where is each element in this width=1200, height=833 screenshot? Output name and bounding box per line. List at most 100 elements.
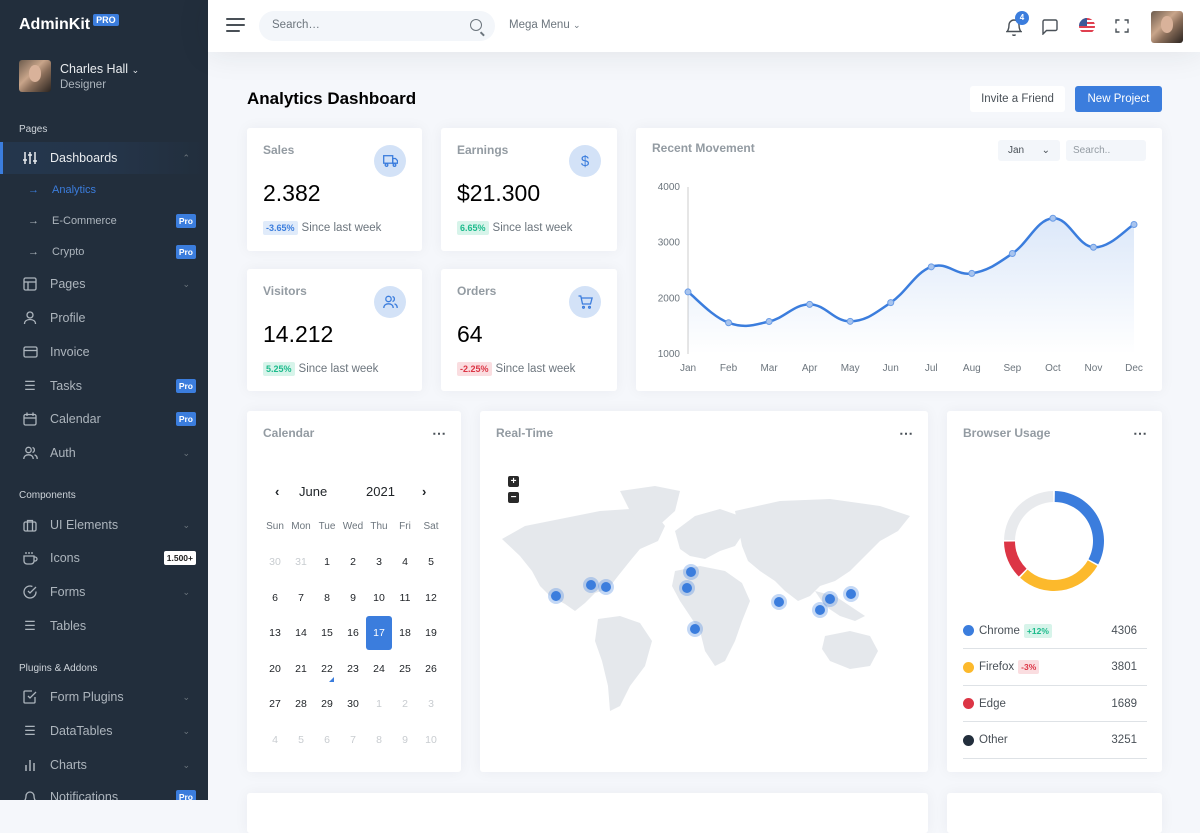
user-avatar-topbar[interactable]	[1151, 11, 1183, 43]
sidebar-item-forms[interactable]: Forms ⌄	[0, 576, 208, 608]
sidebar-item-dashboards[interactable]: Dashboards ⌃	[0, 142, 208, 174]
calendar-day[interactable]: 29	[314, 687, 340, 721]
data-point[interactable]	[806, 300, 814, 308]
data-point[interactable]	[927, 263, 935, 271]
new-project-button[interactable]: New Project	[1075, 86, 1162, 112]
map-marker[interactable]: Chicago	[586, 580, 596, 590]
sidebar-item-calendar[interactable]: Calendar Pro	[0, 403, 208, 435]
calendar-day[interactable]: 12	[418, 581, 444, 615]
calendar-day[interactable]: 19	[418, 616, 444, 650]
calendar-day[interactable]: 8	[314, 581, 340, 615]
calendar-day[interactable]: 14	[288, 616, 314, 650]
map-marker[interactable]: London	[686, 567, 696, 577]
calendar-day[interactable]: 5	[288, 723, 314, 757]
calendar-day[interactable]: 20	[262, 652, 288, 686]
calendar-day[interactable]: 16	[340, 616, 366, 650]
calendar-day[interactable]: 4	[262, 723, 288, 757]
map-marker[interactable]: Lagos	[690, 624, 700, 634]
calendar-day[interactable]: 22	[314, 652, 340, 686]
map-marker[interactable]: Los Angeles	[551, 591, 561, 601]
sidebar-item-auth[interactable]: Auth ⌄	[0, 437, 208, 469]
calendar-day[interactable]: 24	[366, 652, 392, 686]
calendar-day[interactable]: 8	[366, 723, 392, 757]
map-marker[interactable]: Shanghai	[825, 594, 835, 604]
next-month-button[interactable]: ›	[422, 484, 426, 499]
calendar-day[interactable]: 7	[340, 723, 366, 757]
calendar-day[interactable]: 26	[418, 652, 444, 686]
calendar-day[interactable]: 9	[392, 723, 418, 757]
data-point[interactable]	[725, 319, 733, 327]
calendar-day[interactable]: 23	[340, 652, 366, 686]
fullscreen-button[interactable]	[1115, 16, 1135, 36]
data-point[interactable]	[1008, 250, 1016, 258]
user-menu[interactable]: Charles Hall ⌄ Designer	[19, 60, 139, 92]
calendar-day[interactable]: 2	[392, 687, 418, 721]
donut-slice-edge[interactable]	[1004, 541, 1027, 577]
donut-slice-other[interactable]	[1004, 491, 1054, 541]
calendar-day[interactable]: 18	[392, 616, 418, 650]
hamburger-menu-icon[interactable]	[226, 18, 245, 34]
data-point[interactable]	[846, 317, 854, 325]
map-marker[interactable]: New York	[601, 582, 611, 592]
invite-friend-button[interactable]: Invite a Friend	[970, 86, 1065, 112]
sidebar-subitem-crypto[interactable]: → Crypto Pro	[0, 238, 208, 266]
calendar-day[interactable]: 27	[262, 687, 288, 721]
more-options-icon[interactable]: ⋯	[432, 425, 446, 442]
calendar-day[interactable]: 31	[288, 545, 314, 579]
sidebar-item-profile[interactable]: Profile	[0, 302, 208, 334]
world-map[interactable]: Los Angeles Chicago New York London Lisbon La…	[480, 471, 928, 771]
brand-logo[interactable]: AdminKit PRO	[19, 14, 119, 34]
calendar-day[interactable]: 1	[366, 687, 392, 721]
sidebar-item-ui-elements[interactable]: UI Elements ⌄	[0, 509, 208, 541]
calendar-day[interactable]: 13	[262, 616, 288, 650]
map-marker[interactable]: Tokyo	[846, 589, 856, 599]
map-marker[interactable]: Mumbai	[774, 597, 784, 607]
more-options-icon[interactable]: ⋯	[899, 425, 913, 442]
sidebar-item-tasks[interactable]: ☰ Tasks Pro	[0, 370, 208, 402]
sidebar-item-notifications[interactable]: Notifications Pro	[0, 781, 208, 800]
sidebar-item-icons[interactable]: Icons 1.500+	[0, 542, 208, 574]
sidebar-subitem-analytics[interactable]: → Analytics	[0, 176, 208, 204]
map-marker[interactable]: Hong Kong	[815, 605, 825, 615]
language-flag-us-icon[interactable]	[1079, 18, 1095, 34]
calendar-day[interactable]: 5	[418, 545, 444, 579]
mega-menu-dropdown[interactable]: Mega Menu ⌄	[509, 19, 580, 31]
calendar-day[interactable]: 10	[418, 723, 444, 757]
sidebar-item-datatables[interactable]: ☰ DataTables ⌄	[0, 715, 208, 747]
notifications-button[interactable]: 4	[1004, 11, 1029, 37]
data-point[interactable]	[1049, 214, 1057, 222]
calendar-day[interactable]: 30	[340, 687, 366, 721]
sidebar-item-form-plugins[interactable]: Form Plugins ⌄	[0, 681, 208, 713]
calendar-day[interactable]: 3	[418, 687, 444, 721]
data-point[interactable]	[1130, 220, 1138, 228]
calendar-month[interactable]: June	[299, 484, 327, 499]
donut-slice-chrome[interactable]	[1054, 491, 1104, 565]
sidebar-item-charts[interactable]: Charts ⌄	[0, 749, 208, 781]
calendar-day[interactable]: 25	[392, 652, 418, 686]
sidebar-item-invoice[interactable]: Invoice	[0, 336, 208, 368]
calendar-day[interactable]: 3	[366, 545, 392, 579]
sidebar-item-pages[interactable]: Pages ⌄	[0, 268, 208, 300]
calendar-day[interactable]: 6	[314, 723, 340, 757]
search-icon[interactable]	[470, 19, 482, 31]
map-marker[interactable]: Lisbon	[682, 583, 692, 593]
calendar-day[interactable]: 28	[288, 687, 314, 721]
calendar-day[interactable]: 7	[288, 581, 314, 615]
data-point[interactable]	[887, 299, 895, 307]
data-point[interactable]	[968, 269, 976, 277]
sidebar-item-tables[interactable]: ☰ Tables	[0, 610, 208, 642]
calendar-day[interactable]: 2	[340, 545, 366, 579]
search-input[interactable]: Search…	[259, 11, 495, 41]
calendar-day[interactable]: 6	[262, 581, 288, 615]
more-options-icon[interactable]: ⋯	[1133, 425, 1147, 442]
calendar-day[interactable]: 1	[314, 545, 340, 579]
calendar-day[interactable]: 21	[288, 652, 314, 686]
prev-month-button[interactable]: ‹	[275, 484, 279, 499]
calendar-day[interactable]: 15	[314, 616, 340, 650]
calendar-day[interactable]: 30	[262, 545, 288, 579]
calendar-year[interactable]: 2021	[366, 484, 395, 499]
calendar-day[interactable]: 4	[392, 545, 418, 579]
donut-slice-firefox[interactable]	[1020, 560, 1098, 591]
data-point[interactable]	[765, 317, 773, 325]
data-point[interactable]	[1089, 243, 1097, 251]
